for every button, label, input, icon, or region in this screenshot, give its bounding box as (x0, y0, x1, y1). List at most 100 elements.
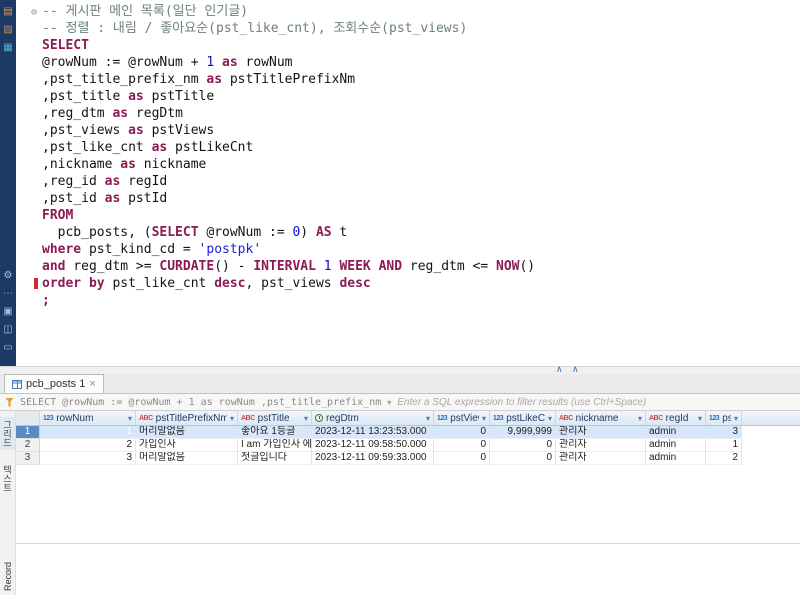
table-row[interactable]: 3 3 머리말없음 첫글입니다 2023-12-11 09:59:33.000 0 0 관리자… (16, 452, 800, 465)
cell-nickname[interactable]: 관리자 (556, 452, 646, 465)
tab-text-view[interactable]: 텍스트 (0, 462, 15, 495)
code-line[interactable]: ⊖ -- 게시판 메인 목록(일단 인기글) (16, 3, 800, 20)
table-row[interactable]: 1 1 머리말없음 좋아요 1등글 2023-12-11 13:23:53.000 0 9,… (16, 426, 800, 439)
filter-sql-text[interactable]: SELECT @rowNum := @rowNum + 1 as rowNum … (20, 397, 381, 408)
close-icon[interactable]: × (89, 378, 95, 390)
cell-pstViews[interactable]: 0 (434, 452, 490, 465)
cell-pstId[interactable]: 3 (706, 426, 742, 439)
code-line[interactable]: ,pst_views as pstViews (16, 122, 800, 139)
cell-pstTitlePrefixNm[interactable]: 머리말없음 (136, 426, 238, 439)
cell-rowNum[interactable]: 3 (40, 452, 136, 465)
column-filter-caret-icon[interactable]: ▾ (698, 414, 702, 423)
column-filter-caret-icon[interactable]: ▾ (638, 414, 642, 423)
result-grid[interactable]: 123 rowNum ▾ ABC pstTitlePrefixNm ▾ ABC pstTitl… (16, 411, 800, 595)
row-number[interactable]: 3 (16, 452, 40, 465)
cell-pstId[interactable]: 2 (706, 452, 742, 465)
column-filter-caret-icon[interactable]: ▾ (426, 414, 430, 423)
cell-rowNum[interactable]: 1 (40, 426, 136, 439)
code-line[interactable]: @rowNum := @rowNum + 1 as rowNum (16, 54, 800, 71)
code-line[interactable]: ,reg_dtm as regDtm (16, 105, 800, 122)
column-header-pstLikeCnt[interactable]: 123pstLikeCnt▾ (490, 411, 556, 425)
minimize-panel-icon[interactable]: ▭ (0, 340, 16, 358)
more-options-icon[interactable]: ⋯ (0, 286, 16, 304)
cell-regDtm[interactable]: 2023-12-11 13:23:53.000 (312, 426, 434, 439)
editor-results-sash[interactable]: ∧ ∧ (0, 364, 800, 374)
cell-regDtm[interactable]: 2023-12-11 09:58:50.000 (312, 439, 434, 452)
cell-pstId[interactable]: 1 (706, 439, 742, 452)
column-filter-caret-icon[interactable]: ▾ (482, 414, 486, 423)
code-line[interactable]: -- 정렬 : 내림 / 좋아요순(pst_like_cnt), 조회수순(ps… (16, 20, 800, 37)
cell-pstTitle[interactable]: 첫글입니다 (238, 452, 312, 465)
record-button[interactable]: Record (3, 562, 13, 591)
code-line[interactable]: pcb_posts, (SELECT @rowNum := 0) AS t (16, 224, 800, 241)
column-header-regDtm[interactable]: regDtm ▾ (312, 411, 434, 425)
cell-regId[interactable]: admin (646, 439, 706, 452)
sql-editor-icon[interactable]: ▤ (0, 4, 16, 22)
cell-pstLikeCnt[interactable]: 9,999,999 (490, 426, 556, 439)
column-header-pstTitlePrefixNm[interactable]: ABC pstTitlePrefixNm ▾ (136, 411, 238, 425)
numeric-type-icon: 123 (43, 414, 54, 422)
tab-grid-view[interactable]: 그리드 (0, 417, 15, 450)
split-panel-icon[interactable]: ◫ (0, 322, 16, 340)
maximize-panel-icon[interactable]: ∧ (572, 364, 579, 374)
code-line[interactable]: where pst_kind_cd = 'postpk' (16, 241, 800, 258)
code-line[interactable]: order by pst_like_cnt desc, pst_views de… (16, 275, 800, 292)
database-navigator-icon[interactable]: ▦ (0, 40, 16, 58)
filter-input-placeholder[interactable]: Enter a SQL expression to filter results… (397, 397, 646, 408)
filter-funnel-icon[interactable] (5, 397, 14, 407)
sql-editor[interactable]: ⊖ -- 게시판 메인 목록(일단 인기글) -- 정렬 : 내림 / 좋아요순(p… (16, 0, 800, 366)
code-line[interactable]: and reg_dtm >= CURDATE() - INTERVAL 1 WE… (16, 258, 800, 275)
column-filter-caret-icon[interactable]: ▾ (734, 414, 738, 423)
code-line[interactable]: ,reg_id as regId (16, 173, 800, 190)
column-header-regId[interactable]: ABC regId ▾ (646, 411, 706, 425)
cell-regId[interactable]: admin (646, 426, 706, 439)
grid-header-row: 123 rowNum ▾ ABC pstTitlePrefixNm ▾ ABC pstTitl… (16, 411, 800, 426)
code-line[interactable]: ,pst_id as pstId (16, 190, 800, 207)
cell-pstLikeCnt[interactable]: 0 (490, 452, 556, 465)
cell-regId[interactable]: admin (646, 452, 706, 465)
code-line[interactable]: ,pst_like_cnt as pstLikeCnt (16, 139, 800, 156)
column-header-rowNum[interactable]: 123 rowNum ▾ (40, 411, 136, 425)
cell-pstTitle[interactable]: 좋아요 1등글 (238, 426, 312, 439)
cell-pstViews[interactable]: 0 (434, 439, 490, 452)
code-line[interactable]: ; (16, 292, 800, 309)
column-header-pstTitle[interactable]: ABC pstTitle ▾ (238, 411, 312, 425)
collapse-panel-icon[interactable]: ∧ (556, 364, 563, 374)
filter-expand-icon[interactable]: ▾ (387, 398, 391, 407)
layout-grid-icon[interactable]: ▣ (0, 304, 16, 322)
code-area[interactable]: ⊖ -- 게시판 메인 목록(일단 인기글) -- 정렬 : 내림 / 좋아요순(p… (16, 3, 800, 309)
cell-pstLikeCnt[interactable]: 0 (490, 439, 556, 452)
code-token: ,pst_id (42, 191, 105, 206)
code-line[interactable]: SELECT (16, 37, 800, 54)
cell-nickname[interactable]: 관리자 (556, 426, 646, 439)
line-gutter (16, 156, 42, 173)
settings-gear-icon[interactable]: ⚙ (0, 268, 16, 286)
cell-regDtm[interactable]: 2023-12-11 09:59:33.000 (312, 452, 434, 465)
column-filter-caret-icon[interactable]: ▾ (548, 414, 552, 423)
tab-pcb-posts[interactable]: pcb_posts 1 × (4, 374, 104, 393)
cell-pstTitle[interactable]: I am 가입인사 에요 (238, 439, 312, 452)
fold-icon[interactable]: ⊖ (31, 7, 37, 18)
code-token: rowNum (237, 55, 293, 70)
cell-rowNum[interactable]: 2 (40, 439, 136, 452)
column-filter-caret-icon[interactable]: ▾ (128, 414, 132, 423)
cell-pstViews[interactable]: 0 (434, 426, 490, 439)
column-header-nickname[interactable]: ABC nickname ▾ (556, 411, 646, 425)
code-line[interactable]: ,pst_title_prefix_nm as pstTitlePrefixNm (16, 71, 800, 88)
cell-pstTitlePrefixNm[interactable]: 머리말없음 (136, 452, 238, 465)
column-header-pstId[interactable]: 123pstId▾ (706, 411, 742, 425)
cell-nickname[interactable]: 관리자 (556, 439, 646, 452)
code-line[interactable]: FROM (16, 207, 800, 224)
column-header-pstViews[interactable]: 123pstViews▾ (434, 411, 490, 425)
cell-pstTitlePrefixNm[interactable]: 가입인사 (136, 439, 238, 452)
code-line[interactable]: ,pst_title as pstTitle (16, 88, 800, 105)
row-number[interactable]: 2 (16, 439, 40, 452)
script-icon[interactable]: ▨ (0, 22, 16, 40)
grid-corner-cell[interactable] (16, 411, 40, 425)
row-number[interactable]: 1 (16, 426, 40, 439)
code-line[interactable]: ,nickname as nickname (16, 156, 800, 173)
column-filter-caret-icon[interactable]: ▾ (230, 414, 234, 423)
table-row[interactable]: 22가입인사I am 가입인사 에요2023-12-11 09:58:50.00… (16, 439, 800, 452)
column-filter-caret-icon[interactable]: ▾ (304, 414, 308, 423)
code-token: SELECT (42, 38, 89, 53)
